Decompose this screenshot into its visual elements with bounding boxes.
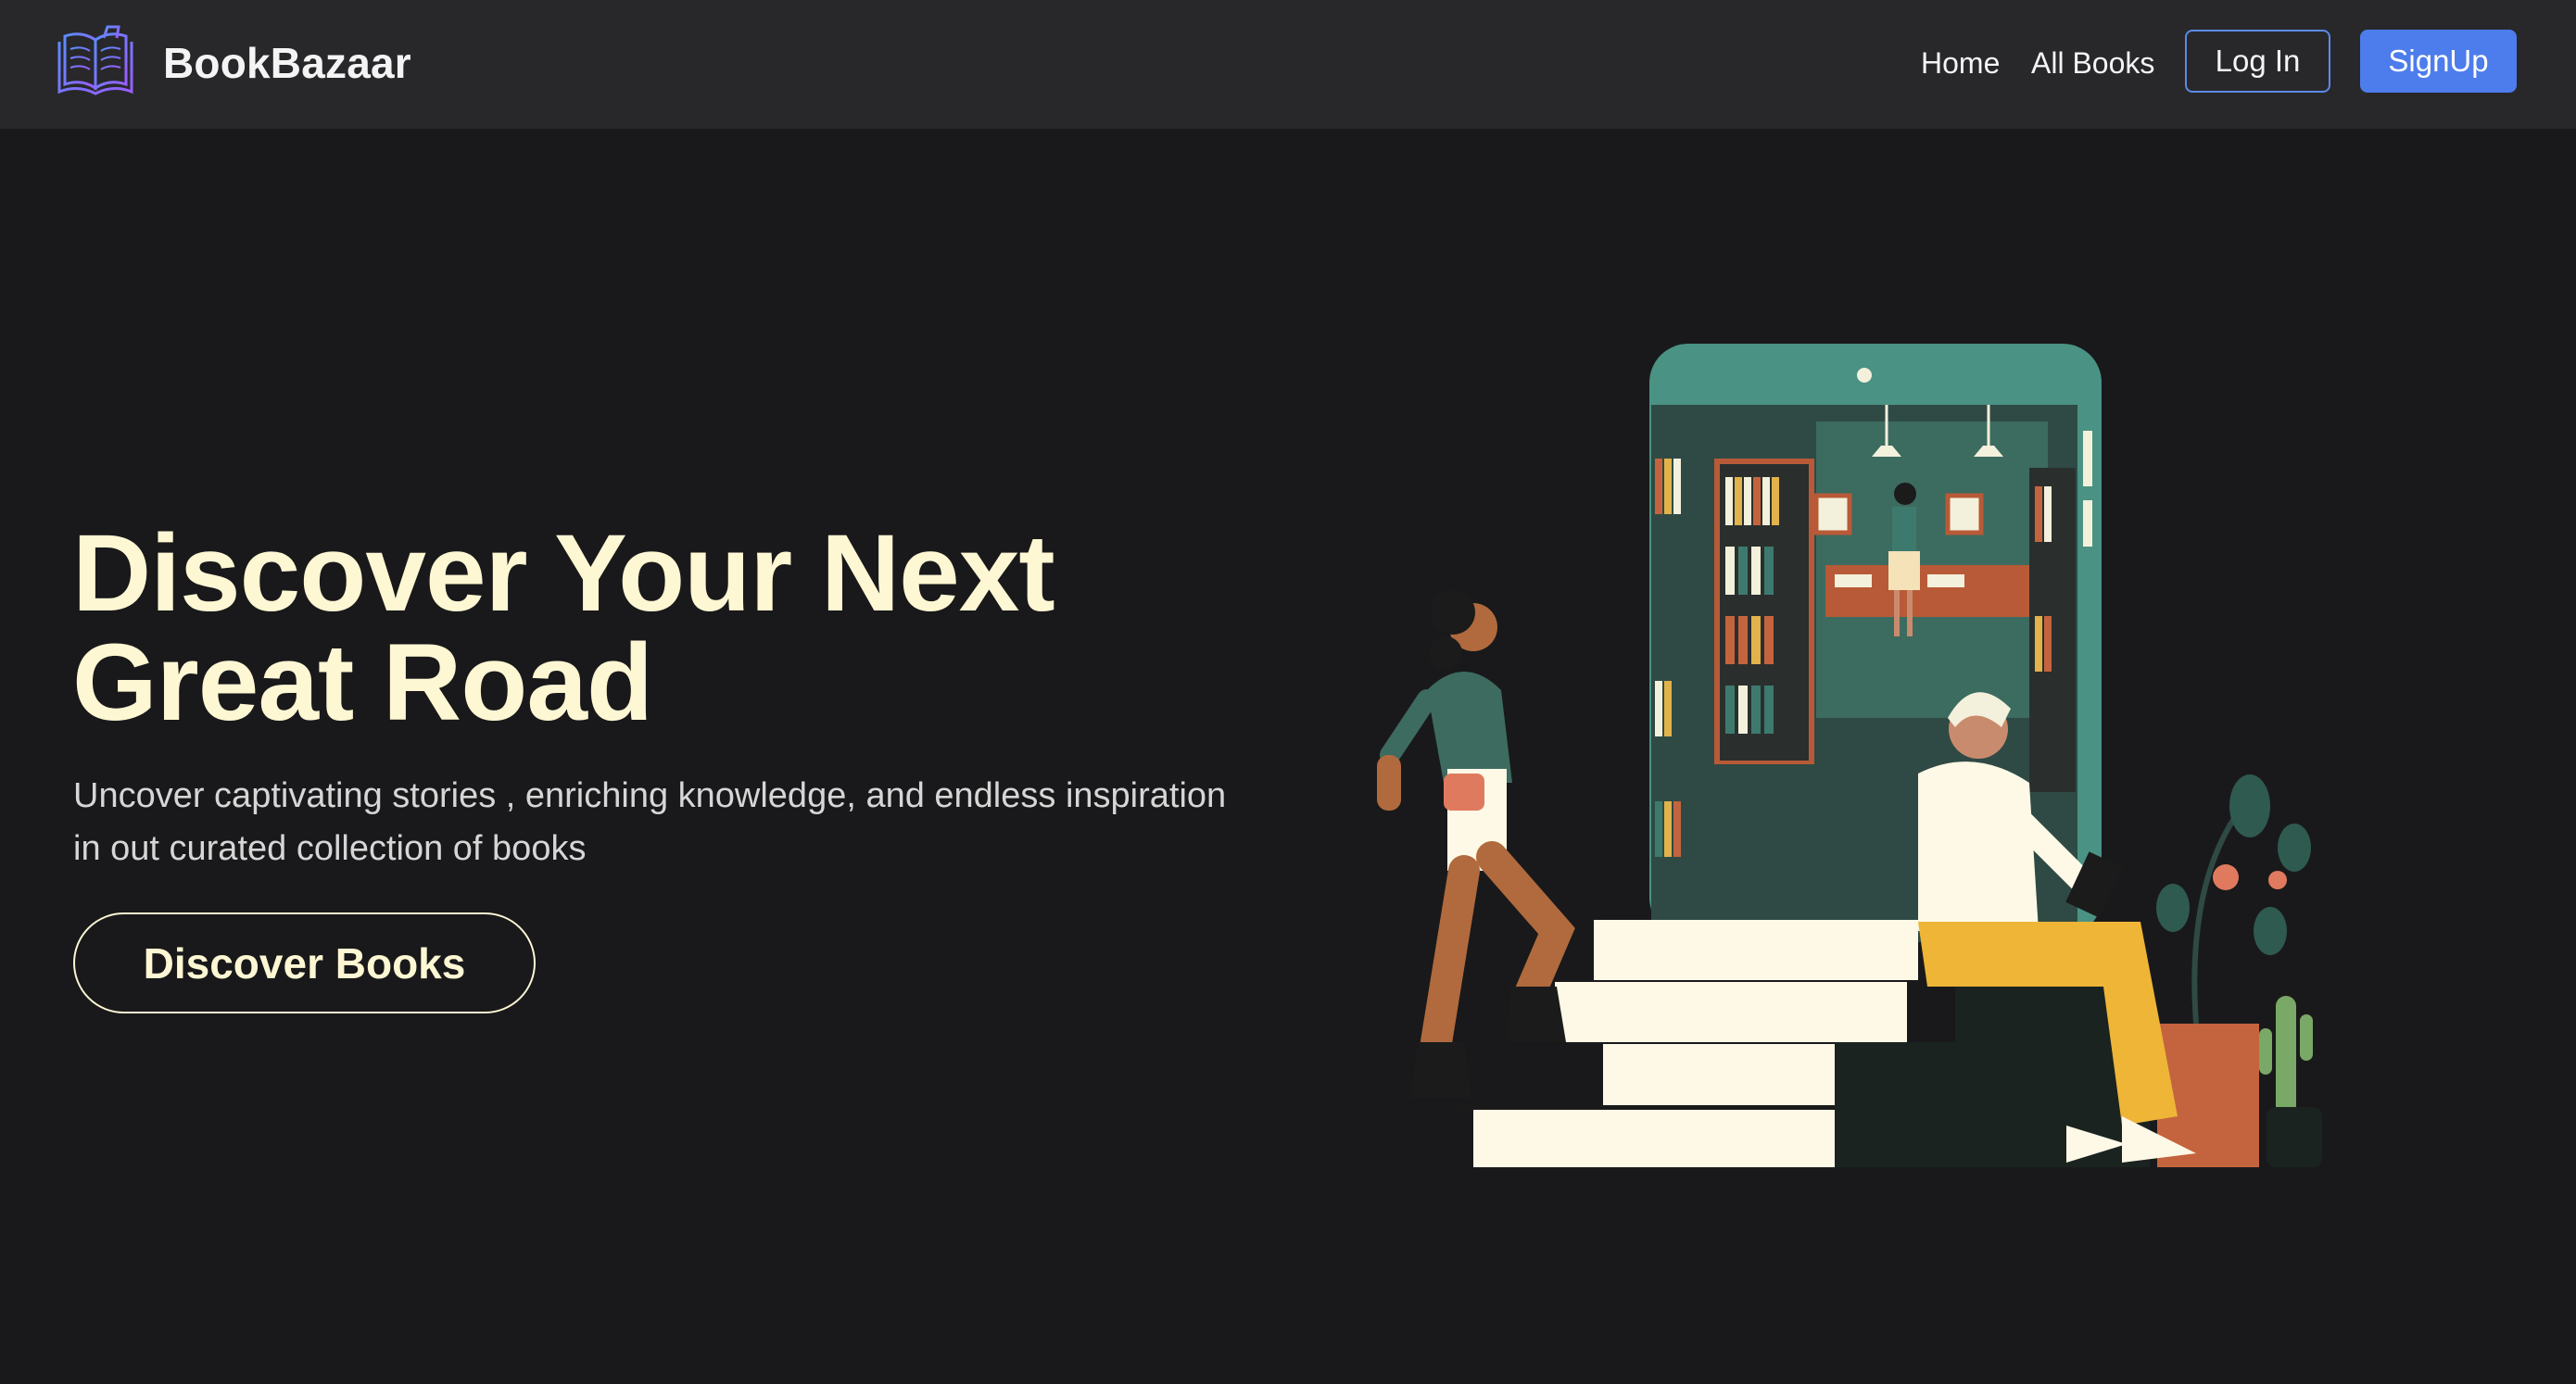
hero-subtitle: Uncover captivating stories , enriching …	[73, 770, 1306, 875]
walking-woman	[1377, 590, 1575, 1098]
hero-title: Discover Your Next Great Road	[72, 519, 1166, 737]
brand-name: BookBazaar	[163, 39, 411, 87]
brand[interactable]: BookBazaar	[56, 24, 411, 102]
phone-camera	[1857, 368, 1872, 383]
login-button[interactable]: Log In	[2185, 30, 2330, 93]
nav-link-home[interactable]: Home	[1921, 41, 2000, 85]
navbar: BookBazaar Home All Books Log In SignUp	[0, 0, 2576, 129]
discover-books-button[interactable]: Discover Books	[73, 912, 536, 1013]
nav-link-all-books[interactable]: All Books	[2031, 41, 2154, 85]
step-3	[1555, 982, 1907, 1042]
hero-illustration	[1377, 344, 2322, 1167]
cactus	[2276, 996, 2296, 1116]
signup-button[interactable]: SignUp	[2360, 30, 2517, 93]
hero-subtitle-line-2: in out curated collection of books	[73, 829, 587, 868]
hero-title-line-2: Great Road	[72, 622, 653, 744]
open-book-icon	[56, 25, 135, 102]
hero-title-line-1: Discover Your Next	[72, 512, 1055, 635]
hero-subtitle-line-1: Uncover captivating stories , enriching …	[73, 776, 1227, 815]
step-4	[1594, 920, 1918, 980]
